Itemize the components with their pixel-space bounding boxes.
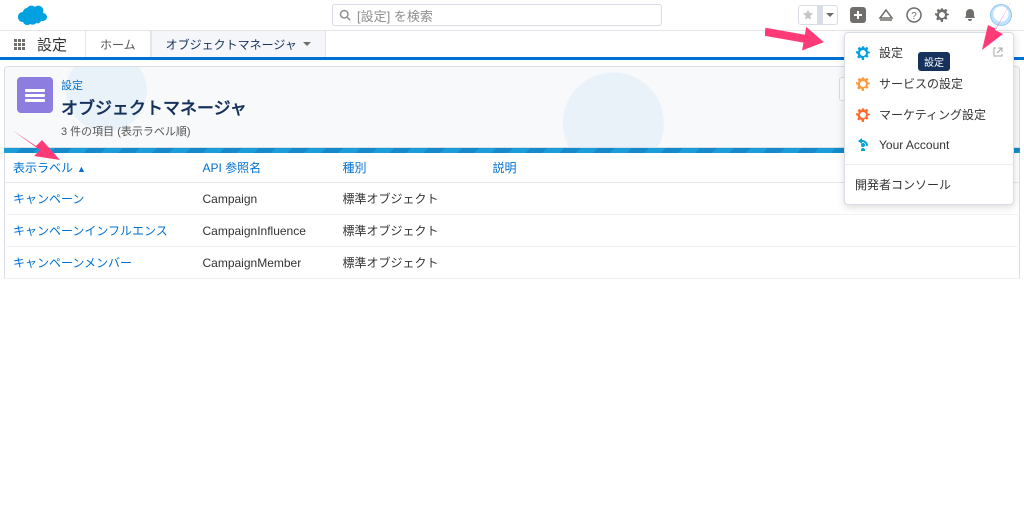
help-icon[interactable]: ? [906,7,922,23]
sort-asc-icon: ▲ [77,164,86,174]
menu-item-label: 設定 [879,44,903,61]
object-type: 標準オブジェクト [335,247,485,279]
chevron-down-icon [823,11,837,19]
table-row: キャンペーンメンバー CampaignMember 標準オブジェクト [5,247,1020,279]
col-type[interactable]: 種別 [335,153,485,183]
global-actions-button[interactable] [850,7,866,23]
guidance-center-icon[interactable] [878,7,894,23]
page-subtitle: 3 件の項目 (表示ラベル順) [61,123,247,139]
menu-item-dev-console[interactable]: 開発者コンソール [845,169,1013,200]
col-label[interactable]: 表示ラベル▲ [5,153,195,183]
global-search-input[interactable]: [設定] を検索 [332,4,662,26]
global-search-placeholder: [設定] を検索 [357,6,433,25]
menu-item-marketing-setup[interactable]: マーケティング設定 [845,99,1013,130]
setup-tooltip: 設定 [918,52,950,71]
col-api[interactable]: API 参照名 [195,153,335,183]
star-icon [799,9,817,21]
object-type: 標準オブジェクト [335,215,485,247]
object-link[interactable]: キャンペーンメンバー [5,247,195,279]
page-title: オブジェクトマネージャ [61,94,247,119]
app-name: 設定 [37,34,67,55]
menu-item-your-account[interactable]: Your Account [845,130,1013,160]
gear-icon [855,45,871,61]
user-avatar[interactable] [990,4,1012,26]
menu-item-label: サービスの設定 [879,75,963,92]
table-row: キャンペーンインフルエンス CampaignInfluence 標準オブジェクト [5,215,1020,247]
account-icon [855,137,871,153]
search-icon [339,9,351,21]
object-api: CampaignInfluence [195,215,335,247]
object-manager-icon [17,77,53,113]
menu-item-label: Your Account [879,138,949,152]
page-eyebrow: 設定 [61,77,247,93]
menu-item-label: 開発者コンソール [855,176,951,193]
global-header: [設定] を検索 ? [0,0,1024,30]
app-launcher-icon[interactable] [14,39,25,50]
object-link[interactable]: キャンペーンインフルエンス [5,215,195,247]
menu-item-service-setup[interactable]: サービスの設定 [845,68,1013,99]
menu-item-label: マーケティング設定 [879,106,986,123]
object-desc [485,247,1020,279]
object-desc [485,215,1020,247]
chevron-down-icon [303,40,311,48]
svg-text:?: ? [911,11,917,22]
gear-icon [855,76,871,92]
object-type: 標準オブジェクト [335,183,485,215]
object-api: CampaignMember [195,247,335,279]
open-new-icon [993,46,1003,60]
gear-icon [855,107,871,123]
tab-object-manager[interactable]: オブジェクトマネージャ [151,31,326,57]
object-link[interactable]: キャンペーン [5,183,195,215]
salesforce-logo[interactable] [12,2,52,28]
tab-home[interactable]: ホーム [85,31,151,57]
header-actions: ? [798,4,1012,26]
favorites-button[interactable] [798,5,838,25]
object-api: Campaign [195,183,335,215]
notifications-bell-icon[interactable] [962,7,978,23]
setup-gear-icon[interactable] [934,7,950,23]
